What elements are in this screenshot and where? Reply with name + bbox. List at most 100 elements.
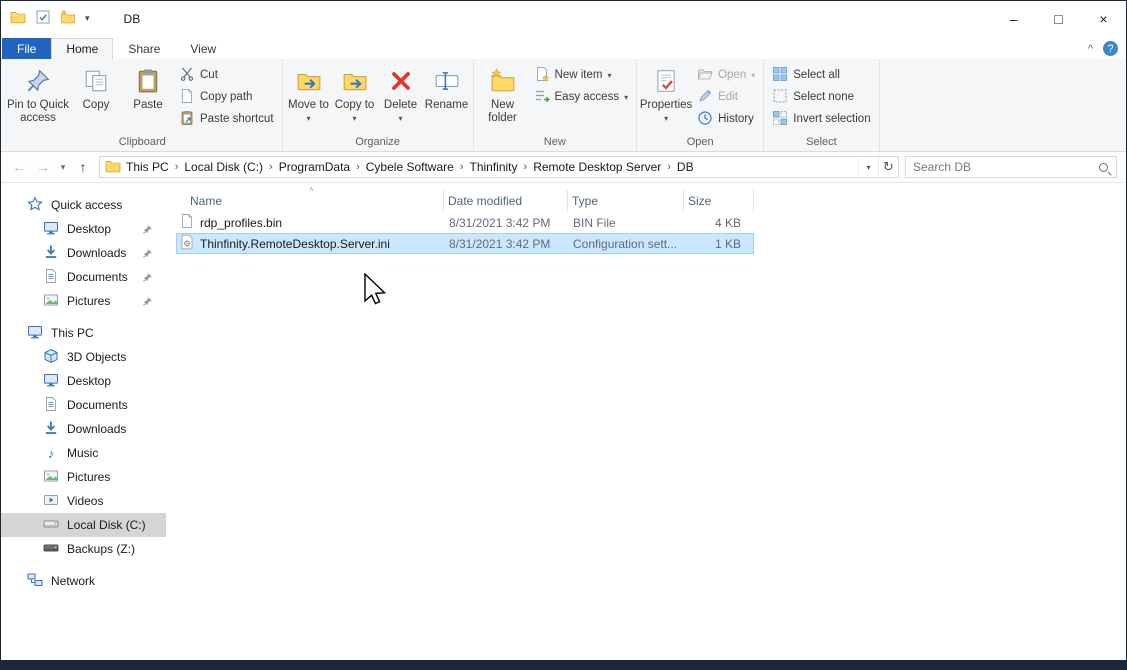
table-row-rdp-profiles[interactable]: rdp_profiles.bin 8/31/2021 3:42 PM BIN F…	[176, 212, 754, 233]
sidebar-item-3d-objects[interactable]: 3D Objects	[1, 345, 166, 369]
network-icon	[27, 572, 43, 591]
new-item-button[interactable]: New item ▾	[529, 64, 634, 86]
copy-button[interactable]: Copy	[70, 61, 122, 129]
cut-button[interactable]: Cut	[174, 64, 279, 86]
sidebar-item-desktop[interactable]: Desktop	[1, 369, 166, 393]
delete-icon	[388, 66, 414, 96]
history-button[interactable]: History	[692, 108, 760, 130]
sidebar-section-network[interactable]: Network	[1, 569, 166, 593]
sidebar-item-desktop-qa[interactable]: Desktop	[1, 217, 166, 241]
paste-button[interactable]: Paste	[122, 61, 174, 129]
open-icon	[697, 66, 713, 85]
properties-button[interactable]: Properties ▾	[640, 61, 692, 129]
new-item-icon	[534, 66, 550, 85]
group-label-select: Select	[767, 134, 875, 151]
search-input[interactable]	[913, 160, 1099, 174]
3d-objects-icon	[43, 348, 59, 367]
select-none-button[interactable]: Select none	[767, 86, 875, 108]
breadcrumb-this-pc[interactable]: This PC	[121, 160, 174, 174]
sidebar-item-local-disk-c[interactable]: Local Disk (C:)	[1, 513, 166, 537]
minimize-button[interactable]: –	[991, 1, 1036, 36]
sidebar-item-documents[interactable]: Documents	[1, 393, 166, 417]
invert-selection-button[interactable]: Invert selection	[767, 108, 875, 130]
location-folder-icon	[105, 158, 121, 177]
easy-access-button[interactable]: Easy access ▾	[529, 86, 634, 108]
help-button[interactable]: ?	[1103, 41, 1118, 56]
copy-to-button[interactable]: Copy to ▾	[332, 61, 378, 129]
open-button[interactable]: Open ▾	[692, 64, 760, 86]
dropdown-arrow-icon: ▾	[399, 112, 403, 125]
quick-access-toolbar: ▾	[1, 9, 90, 28]
address-bar[interactable]: This PC › Local Disk (C:) › ProgramData …	[99, 156, 899, 178]
copy-path-button[interactable]: Copy path	[174, 86, 279, 108]
breadcrumb-remote-desktop-server[interactable]: Remote Desktop Server	[528, 160, 666, 174]
sidebar-item-downloads-qa[interactable]: Downloads	[1, 241, 166, 265]
back-button[interactable]: ←	[7, 159, 31, 175]
ribbon-tab-row: File Home Share View ^ ?	[1, 36, 1126, 59]
file-list-pane[interactable]: ʌ Name Date modified Type Size rdp_profi…	[166, 183, 1126, 660]
paste-icon	[135, 66, 161, 96]
title-bar: ▾ DB – □ ×	[1, 1, 1126, 36]
paste-shortcut-button[interactable]: Paste shortcut	[174, 108, 279, 130]
ribbon-group-new: New folder New item ▾ Easy access ▾ New	[474, 59, 638, 151]
pin-to-quick-access-button[interactable]: Pin to Quick access	[6, 61, 70, 129]
sidebar-item-documents-qa[interactable]: Documents	[1, 265, 166, 289]
column-header-size[interactable]: Size	[684, 190, 754, 212]
up-button[interactable]: ↑	[71, 159, 95, 175]
sidebar-item-backups-z[interactable]: Backups (Z:)	[1, 537, 166, 561]
close-button[interactable]: ×	[1081, 1, 1126, 36]
sidebar-item-downloads[interactable]: Downloads	[1, 417, 166, 441]
invert-selection-icon	[772, 110, 788, 129]
sidebar-item-videos[interactable]: Videos	[1, 489, 166, 513]
tab-share[interactable]: Share	[113, 38, 175, 59]
rename-button[interactable]: Rename	[424, 61, 470, 129]
sidebar-item-music[interactable]: ♪ Music	[1, 441, 166, 465]
new-folder-button[interactable]: New folder	[477, 61, 529, 129]
breadcrumb-db[interactable]: DB	[672, 160, 699, 174]
column-header-name[interactable]: ʌ Name	[176, 190, 444, 212]
sidebar-section-quick-access[interactable]: Quick access	[1, 193, 166, 217]
qat-new-folder-button[interactable]	[60, 9, 76, 28]
pictures-icon	[43, 292, 59, 311]
group-label-clipboard: Clipboard	[6, 134, 279, 151]
paste-shortcut-icon	[179, 110, 195, 129]
breadcrumb-thinfinity[interactable]: Thinfinity	[464, 160, 522, 174]
ribbon: Pin to Quick access Copy Paste Cut	[1, 59, 1126, 152]
move-to-button[interactable]: Move to ▾	[286, 61, 332, 129]
desktop-icon	[43, 372, 59, 391]
dropdown-arrow-icon: ▾	[664, 112, 668, 125]
sidebar-section-this-pc[interactable]: This PC	[1, 321, 166, 345]
copy-path-icon	[179, 88, 195, 107]
breadcrumb-local-disk-c[interactable]: Local Disk (C:)	[179, 160, 268, 174]
sidebar-item-pictures[interactable]: Pictures	[1, 465, 166, 489]
pin-icon	[142, 296, 153, 307]
tab-home[interactable]: Home	[51, 38, 113, 59]
edit-button[interactable]: Edit	[692, 86, 760, 108]
ribbon-group-select: Select all Select none Invert selection …	[764, 59, 879, 151]
copy-icon	[83, 66, 109, 96]
select-all-button[interactable]: Select all	[767, 64, 875, 86]
qat-properties-button[interactable]	[35, 9, 51, 28]
local-disk-icon	[43, 516, 59, 535]
breadcrumb-cybele-software[interactable]: Cybele Software	[361, 160, 459, 174]
address-dropdown-button[interactable]: ▾	[858, 157, 878, 177]
column-header-type[interactable]: Type	[568, 190, 684, 212]
search-box[interactable]	[905, 156, 1117, 178]
maximize-button[interactable]: □	[1036, 1, 1081, 36]
tab-file[interactable]: File	[2, 38, 51, 59]
delete-button[interactable]: Delete ▾	[378, 61, 424, 129]
refresh-button[interactable]: ↻	[878, 157, 898, 177]
collapse-ribbon-button[interactable]: ^	[1088, 43, 1093, 55]
pictures-icon	[43, 468, 59, 487]
breadcrumb-programdata[interactable]: ProgramData	[274, 160, 355, 174]
pin-icon	[142, 248, 153, 259]
rename-icon	[434, 66, 460, 96]
table-row-thinfinity-ini[interactable]: Thinfinity.RemoteDesktop.Server.ini 8/31…	[176, 233, 754, 254]
recent-locations-dropdown[interactable]: ▾	[55, 162, 71, 173]
qat-customize-dropdown[interactable]: ▾	[85, 13, 90, 24]
dropdown-arrow-icon: ▾	[353, 112, 357, 125]
column-header-date-modified[interactable]: Date modified	[444, 190, 568, 212]
tab-view[interactable]: View	[175, 38, 231, 59]
sidebar-item-pictures-qa[interactable]: Pictures	[1, 289, 166, 313]
forward-button[interactable]: →	[31, 159, 55, 175]
